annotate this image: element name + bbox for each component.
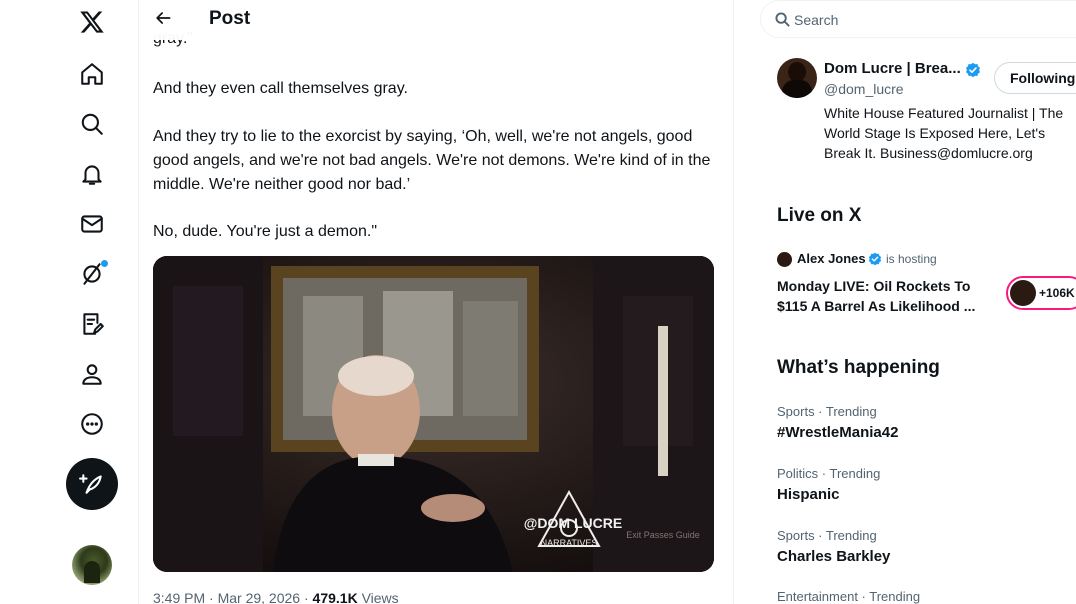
trend-item[interactable]: Sports · Trending #WrestleMania42 <box>777 404 1076 441</box>
search-icon <box>775 12 790 27</box>
post-paragraph: No, dude. You're just a demon." <box>153 223 377 240</box>
post-video[interactable]: @DOM LUCRE NARRATIVES Exit Passes Guide <box>153 256 714 572</box>
notification-dot <box>101 260 108 267</box>
trend-item[interactable]: Sports · Trending Charles Barkley <box>777 528 1076 565</box>
happening-section-title: What’s happening <box>777 357 940 378</box>
search-input[interactable]: Search <box>760 0 1076 38</box>
home-icon[interactable] <box>72 54 112 94</box>
video-corner-text: Exit Passes Guide <box>626 530 700 540</box>
trend-name: Charles Barkley <box>777 548 891 565</box>
post-paragraph: And they even call themselves gray. <box>153 80 408 97</box>
view-count: 479.1K <box>312 590 358 604</box>
views-label: Views <box>357 590 399 604</box>
trend-name: Hispanic <box>777 486 840 503</box>
verified-badge-icon <box>966 62 980 78</box>
trend-category: Sports · Trending <box>777 404 877 419</box>
listener-count: +106K <box>1039 286 1075 300</box>
post-timestamp[interactable]: 3:49 PM · Mar 29, 2026 · <box>153 590 313 604</box>
lists-icon[interactable] <box>72 304 112 344</box>
profile-icon[interactable] <box>72 354 112 394</box>
search-icon[interactable] <box>72 104 112 144</box>
page-title: Post <box>209 8 251 29</box>
trend-category: Entertainment · Trending <box>777 589 921 604</box>
post-paragraph: And they try to lie to the exorcist by s… <box>153 128 711 193</box>
right-sidebar: Search Dom Lucre | Brea... @dom_lucre Fo… <box>760 0 1076 604</box>
author-bio: White House Featured Journalist | The Wo… <box>824 105 1064 161</box>
author-handle[interactable]: @dom_lucre <box>824 81 904 97</box>
trend-category: Politics · Trending <box>777 466 881 481</box>
following-button[interactable]: Following <box>994 62 1076 94</box>
grok-icon[interactable] <box>72 254 112 294</box>
live-space-title[interactable]: Monday LIVE: Oil Rockets To $115 A Barre… <box>777 276 992 316</box>
live-section-title: Live on X <box>777 205 862 226</box>
author-avatar[interactable] <box>777 58 817 98</box>
host-avatar <box>777 252 792 267</box>
account-avatar[interactable] <box>72 545 112 585</box>
video-frame: @DOM LUCRE NARRATIVES Exit Passes Guide <box>153 256 714 572</box>
author-name[interactable]: Dom Lucre | Brea... <box>824 60 961 77</box>
trend-category: Sports · Trending <box>777 528 877 543</box>
notifications-icon[interactable] <box>72 154 112 194</box>
video-watermark: @DOM LUCRE <box>524 515 622 531</box>
feather-plus-icon <box>79 474 102 494</box>
trend-item[interactable]: Entertainment · Trending <box>777 589 1076 604</box>
trend-name: #WrestleMania42 <box>777 424 899 441</box>
post-metadata: 3:49 PM · Mar 29, 2026 · 479.1K Views <box>153 590 399 604</box>
video-watermark-sub: NARRATIVES <box>541 538 598 548</box>
live-host-name[interactable]: Alex Jones <box>797 251 866 266</box>
post-header: Post <box>139 0 733 40</box>
more-icon[interactable] <box>72 404 112 444</box>
live-listeners-pill[interactable]: +106K <box>1006 276 1076 310</box>
back-arrow-icon[interactable] <box>153 8 175 30</box>
search-placeholder: Search <box>794 12 839 28</box>
messages-icon[interactable] <box>72 204 112 244</box>
x-logo-icon[interactable] <box>72 2 112 42</box>
listener-avatar <box>1010 280 1036 306</box>
verified-badge-icon <box>868 252 882 266</box>
live-hosting-label: is hosting <box>886 252 937 266</box>
trend-item[interactable]: Politics · Trending Hispanic <box>777 466 1076 503</box>
left-navigation <box>0 0 140 604</box>
post-detail-column: Post gray." And they even call themselve… <box>138 0 734 604</box>
compose-post-button[interactable] <box>66 458 118 510</box>
